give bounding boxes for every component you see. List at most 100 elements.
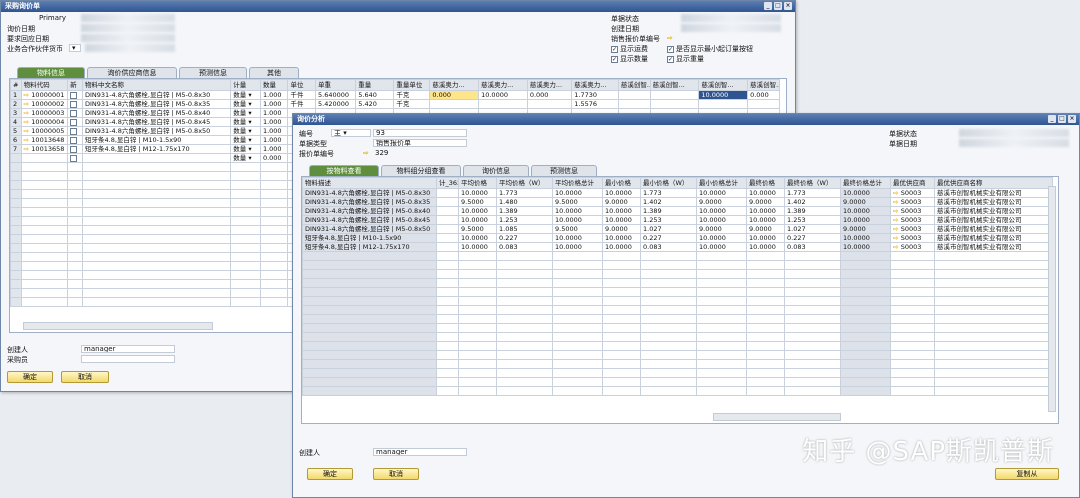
table-cell[interactable]: 10.0000 [746,242,785,252]
table-row[interactable]: DIN931-4.8六角螺栓,显白锌 | M5-0.8x50 9.5000 1.08… [302,224,1053,234]
table-cell[interactable]: 9.0000 [696,197,747,207]
table-cell[interactable] [302,287,437,297]
table-cell[interactable] [230,279,261,289]
table-cell[interactable]: 0.227 [784,233,841,243]
table-cell[interactable] [259,261,289,271]
table-cell[interactable]: 1.000 [259,117,289,127]
table-cell[interactable] [617,90,651,100]
table-cell[interactable] [784,323,841,333]
table-cell[interactable] [20,252,69,262]
column-header[interactable]: 慈溪创智... [649,79,700,91]
table-cell[interactable] [10,198,22,208]
table-cell[interactable]: DIN931-4.8六角螺栓,显白锌 | M5-0.8x30 [81,90,232,100]
table-cell[interactable] [602,269,641,279]
table-cell[interactable] [458,341,497,351]
table-cell[interactable]: ⇨ S0003 [890,224,935,234]
chevron-down-icon[interactable]: ▾ [246,146,251,153]
table-cell[interactable] [259,297,289,307]
table-cell[interactable]: 10.0000 [602,215,641,225]
table-cell[interactable] [746,350,785,360]
table-cell[interactable] [81,261,232,271]
table-cell[interactable] [746,296,785,306]
table-cell[interactable] [458,368,497,378]
tab-other[interactable]: 其他 [249,67,299,78]
table-cell[interactable] [602,251,641,261]
table-cell[interactable] [552,332,603,342]
table-cell[interactable]: DIN931-4.8六角螺栓,显白锌 | M5-0.8x45 [302,215,437,225]
table-cell[interactable]: 0.227 [640,233,697,243]
tab-forecast[interactable]: 预测信息 [179,67,247,78]
table-cell[interactable] [746,359,785,369]
table-cell[interactable]: 9.0000 [602,197,641,207]
table-cell[interactable] [478,99,528,109]
table-cell[interactable] [890,314,935,324]
table-cell[interactable]: ⇨ 10013648 [20,135,69,145]
table-cell[interactable] [81,225,232,235]
table-cell[interactable]: 数量 ▾ [230,99,261,109]
column-header[interactable]: 慈溪奥力... [429,79,480,91]
table-cell[interactable] [458,305,497,315]
table-cell[interactable]: 5.640 [355,90,395,100]
table-cell[interactable]: 3 [10,108,22,118]
table-cell[interactable] [602,278,641,288]
column-header[interactable]: 计量 [230,79,261,91]
table-row[interactable] [302,305,1053,315]
table-cell[interactable]: 2 [10,99,22,109]
table-cell[interactable]: ⇨ S0003 [890,188,935,198]
ok-button[interactable]: 确定 [307,468,353,480]
table-cell[interactable]: 数量 ▾ [230,126,261,136]
table-cell[interactable] [840,278,891,288]
table-cell[interactable] [784,260,841,270]
table-cell[interactable] [696,332,747,342]
table-cell[interactable] [230,261,261,271]
table-cell[interactable] [934,314,1053,324]
table-cell[interactable] [496,296,553,306]
minimize-icon[interactable]: _ [764,2,772,10]
table-cell[interactable]: 10.0000 [696,188,747,198]
table-cell[interactable] [302,323,437,333]
table-cell[interactable] [436,368,459,378]
table-cell[interactable] [552,260,603,270]
table-cell[interactable] [784,368,841,378]
table-cell[interactable] [436,233,459,243]
table-cell[interactable]: 10.0000 [746,215,785,225]
table-cell[interactable] [67,279,83,289]
table-cell[interactable] [230,243,261,253]
table-cell[interactable] [81,198,232,208]
table-cell[interactable] [458,332,497,342]
table-cell[interactable] [496,350,553,360]
table-cell[interactable]: ⇨ 10000005 [20,126,69,136]
table-cell[interactable] [784,305,841,315]
tab-forecast-info[interactable]: 预测信息 [531,165,597,176]
table-cell[interactable]: 慈溪市创智机械实业有限公司 [934,224,1053,234]
table-cell[interactable] [302,332,437,342]
table-cell[interactable]: 10.0000 [602,188,641,198]
table-cell[interactable] [10,153,22,163]
table-cell[interactable]: 数量 ▾ [230,108,261,118]
restore-icon[interactable]: □ [774,2,782,10]
table-cell[interactable] [67,162,83,172]
table-cell[interactable] [552,368,603,378]
checkbox-icon[interactable] [70,127,78,135]
table-cell[interactable] [890,287,935,297]
link-arrow-icon[interactable]: ⇨ [893,208,901,215]
table-cell[interactable] [640,260,697,270]
inquiry-date-field[interactable] [81,24,175,32]
table-cell[interactable] [526,99,573,109]
table-row[interactable] [302,359,1053,369]
table-cell[interactable] [696,314,747,324]
column-header[interactable]: 慈溪奥力... [478,79,528,91]
table-cell[interactable]: 1.000 [259,99,289,109]
table-cell[interactable]: ⇨ S0003 [890,215,935,225]
table-cell[interactable] [81,297,232,307]
table-cell[interactable] [640,332,697,342]
option-show-moq[interactable]: ✓ 是否显示最小起订量按钮 [667,44,753,54]
table-cell[interactable]: 1.402 [784,197,841,207]
table-cell[interactable] [934,251,1053,261]
number-series-dropdown[interactable]: 主 ▾ [331,129,371,137]
column-header[interactable]: 物料中文名称 [81,79,232,91]
table-cell[interactable] [10,243,22,253]
table-cell[interactable] [302,305,437,315]
table-cell[interactable] [698,99,749,109]
table-cell[interactable]: 10.0000 [840,188,891,198]
